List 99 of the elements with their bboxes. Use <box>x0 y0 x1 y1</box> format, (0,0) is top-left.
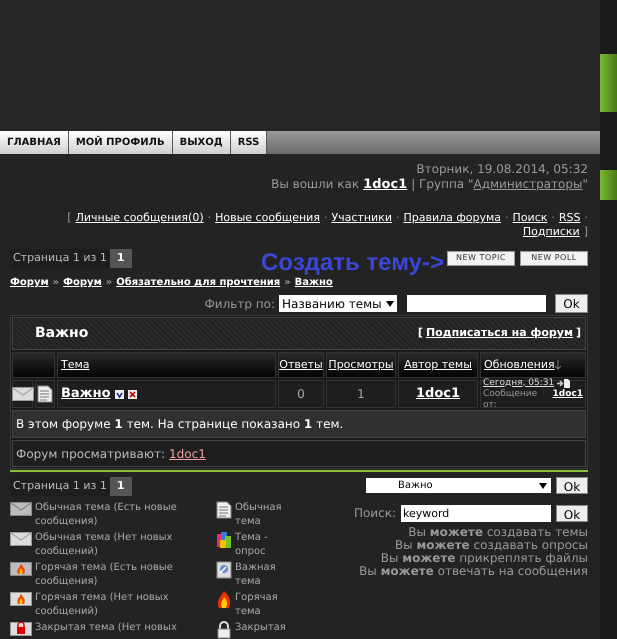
permission-text: Вы можете прикреплять файлы <box>380 552 588 565</box>
breadcrumb-link[interactable]: Обязательно для прочтения <box>116 275 280 290</box>
login-label: Вы вошли как <box>271 177 360 192</box>
nav-tab[interactable]: ВЫХОД <box>172 130 231 154</box>
page-button[interactable]: 1 <box>110 477 132 496</box>
create-topic-hint: Создать тему-> <box>261 251 444 275</box>
dropdown-arrow-icon <box>386 300 394 306</box>
subscribe-link[interactable]: Подписаться на форум <box>426 325 573 342</box>
envelope-icon <box>10 532 32 546</box>
separator-dot: · <box>396 211 400 225</box>
viewer-link[interactable]: 1doc1 <box>169 444 206 462</box>
author-link[interactable]: 1doc1 <box>416 384 460 404</box>
nav-link[interactable]: Поиск <box>512 211 548 225</box>
permission-text: Вы можете отвечать на сообщения <box>359 565 588 578</box>
breadcrumb-link[interactable]: Форум <box>10 275 49 290</box>
filter-label: Фильтр по: <box>204 296 275 312</box>
envelope-lock-icon <box>10 622 32 636</box>
legend-text: Важная тема <box>235 561 277 589</box>
filter-select[interactable]: Названию темы <box>279 295 397 312</box>
nav-link[interactable]: Правила форума <box>403 211 502 225</box>
legend-text: Обычная тема <box>235 501 283 529</box>
go-to-post-icon <box>557 378 572 388</box>
legend-text: Обычная тема (Есть новые сообщения) <box>35 501 178 529</box>
topic-link[interactable]: Важно <box>61 384 111 404</box>
fire-icon <box>216 591 232 609</box>
legend-text: Закрытая <box>235 621 286 635</box>
sort-arrow-icon <box>554 360 561 370</box>
last-author-link[interactable]: 1doc1 <box>552 388 583 410</box>
bracket: [ <box>67 211 72 225</box>
page-button[interactable]: 1 <box>110 248 132 268</box>
user-link[interactable]: 1doc1 <box>363 177 408 192</box>
separator-dot: · <box>208 211 212 225</box>
author-label: Сообщение от: <box>483 388 538 410</box>
envelope-icon <box>10 502 32 516</box>
legend-text: Горячая тема (Есть новые сообщения) <box>35 561 174 589</box>
ok-button[interactable]: Ok <box>555 294 588 313</box>
nav-link[interactable]: Подписки <box>522 225 580 239</box>
ok-button[interactable]: Ok <box>556 504 588 522</box>
separator-dot: · <box>584 211 588 225</box>
group-link[interactable]: Администраторы <box>473 177 582 192</box>
viewers-label: Форум просматривают: <box>16 446 166 462</box>
breadcrumb-link[interactable]: Форум <box>63 275 102 290</box>
breadcrumb-link[interactable]: Важно <box>294 275 333 290</box>
page-info: Страница 1 из 1 <box>10 477 110 496</box>
document-icon <box>37 385 53 403</box>
breadcrumb-separator: » <box>284 276 291 290</box>
document-icon <box>216 501 232 519</box>
page-info: Страница 1 из 1 <box>10 248 110 268</box>
bracket: ] <box>576 325 581 342</box>
column-sort-link[interactable]: Тема <box>61 356 90 374</box>
checkmark-icon <box>114 390 124 398</box>
group-label: | Группа " <box>411 177 474 192</box>
envelope-icon <box>12 387 34 401</box>
separator-dot: · <box>551 211 555 225</box>
envelope-fire-icon <box>10 592 32 606</box>
column-sort-link[interactable]: Просмотры <box>328 356 394 374</box>
jump-select[interactable]: Важно <box>366 478 551 493</box>
legend-text: Горячая тема <box>235 591 279 619</box>
search-input[interactable]: keyword <box>401 504 551 522</box>
nav-link[interactable]: Личные сообщения(0) <box>76 211 204 225</box>
bracket: ] <box>584 225 588 239</box>
search-label: Поиск: <box>354 505 396 522</box>
bracket: [ <box>418 325 423 342</box>
forum-summary: В этом форуме 1 тем. На странице показано 1 тем. <box>12 410 586 438</box>
permission-text: Вы можете создавать темы <box>408 526 588 539</box>
legend-text: Горячая тема (Нет новых сообщений) <box>35 591 170 619</box>
nav-tab[interactable]: RSS <box>230 130 268 154</box>
pinned-document-icon <box>216 561 232 579</box>
legend-text: Обычная тема (Нет новых сообщений) <box>35 531 174 559</box>
delete-icon <box>128 390 137 398</box>
envelope-fire-icon <box>10 562 32 576</box>
forum-title: Важно <box>35 324 88 343</box>
legend-text: Тема - опрос <box>235 531 269 559</box>
column-sort-link[interactable]: Автор темы <box>404 356 472 374</box>
padlock-icon <box>216 621 232 639</box>
nav-link[interactable]: Новые сообщения <box>215 211 320 225</box>
nav-tab[interactable]: ГЛАВНАЯ <box>0 130 69 154</box>
nav-tab[interactable]: МОЙ ПРОФИЛЬ <box>68 130 173 154</box>
column-sort-link[interactable]: Ответы <box>279 356 323 374</box>
last-post-link[interactable]: Сегодня, 05:31 <box>483 378 554 388</box>
legend-text: Закрытая тема (Нет новых <box>35 621 177 635</box>
column-sort-link[interactable]: Обновления <box>484 356 555 374</box>
nav-link[interactable]: Участники <box>331 211 392 225</box>
action-button[interactable]: NEW TOPIC <box>447 250 515 266</box>
quote-mark: " <box>582 177 588 192</box>
breadcrumb-separator: » <box>52 276 60 290</box>
poll-icon <box>216 531 232 549</box>
dropdown-arrow-icon <box>539 482 547 488</box>
separator-dot: · <box>324 211 328 225</box>
nav-link[interactable]: RSS <box>558 211 580 225</box>
view-count: 1 <box>357 386 365 403</box>
filter-input[interactable] <box>407 295 546 312</box>
breadcrumb-separator: » <box>106 276 112 290</box>
separator-dot: · <box>505 211 509 225</box>
reply-count: 0 <box>297 386 305 403</box>
permission-text: Вы можете создавать опросы <box>394 539 588 552</box>
date-text: Вторник, 19.08.2014, 05:32 <box>416 162 588 177</box>
ok-button[interactable]: Ok <box>556 477 588 494</box>
action-button[interactable]: NEW POLL <box>520 250 588 266</box>
